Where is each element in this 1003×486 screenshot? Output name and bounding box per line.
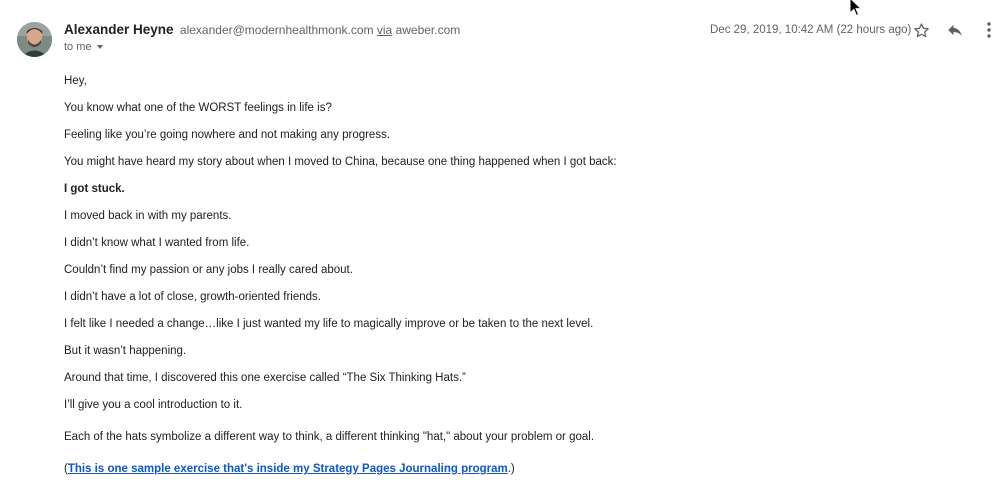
body-paragraph: I felt like I needed a change…like I jus… [64, 318, 594, 330]
sender-email: alexander@modernhealthmonk.com [179, 23, 374, 37]
body-paragraph: You might have heard my story about when… [64, 156, 617, 168]
via-domain: aweber.com [395, 23, 461, 37]
sender-name[interactable]: Alexander Heyne [64, 22, 174, 37]
link-suffix: .) [507, 463, 515, 475]
mouse-cursor-icon [849, 0, 863, 17]
sender-line: Alexander Heyne alexander@modernhealthmo… [64, 22, 460, 37]
star-icon [913, 22, 929, 37]
body-paragraph: I’ll give you a cool introduction to it. [64, 399, 243, 411]
body-paragraph: Couldn’t find my passion or any jobs I r… [64, 264, 353, 276]
recipient-details-toggle[interactable]: to me [64, 41, 103, 53]
body-paragraph: Hey, [64, 75, 87, 87]
sender-avatar[interactable] [17, 22, 52, 57]
body-paragraph: Each of the hats symbolize a different w… [64, 431, 595, 443]
body-paragraph: Around that time, I discovered this one … [64, 372, 466, 384]
star-button[interactable] [910, 19, 932, 41]
body-paragraph: I moved back in with my parents. [64, 210, 232, 222]
strategy-pages-link[interactable]: This is one sample exercise that's insid… [68, 463, 508, 475]
via-link[interactable]: via [377, 23, 392, 37]
more-vertical-icon [987, 22, 991, 38]
body-paragraph: I got stuck. [64, 183, 125, 195]
message-date: Dec 29, 2019, 10:42 AM (22 hours ago) [710, 24, 912, 36]
reply-icon [948, 24, 962, 36]
chevron-down-icon[interactable] [96, 45, 103, 50]
body-paragraph: Feeling like you’re going nowhere and no… [64, 129, 391, 141]
more-options-button[interactable] [978, 19, 1000, 41]
body-paragraph: I didn’t have a lot of close, growth-ori… [64, 291, 321, 303]
body-paragraph: I didn’t know what I wanted from life. [64, 237, 250, 249]
recipient-label: to me [64, 41, 92, 53]
reply-button[interactable] [944, 19, 966, 41]
body-paragraph: You know what one of the WORST feelings … [64, 102, 332, 114]
body-paragraph: But it wasn’t happening. [64, 345, 187, 357]
body-link-paragraph: (This is one sample exercise that's insi… [64, 463, 515, 475]
